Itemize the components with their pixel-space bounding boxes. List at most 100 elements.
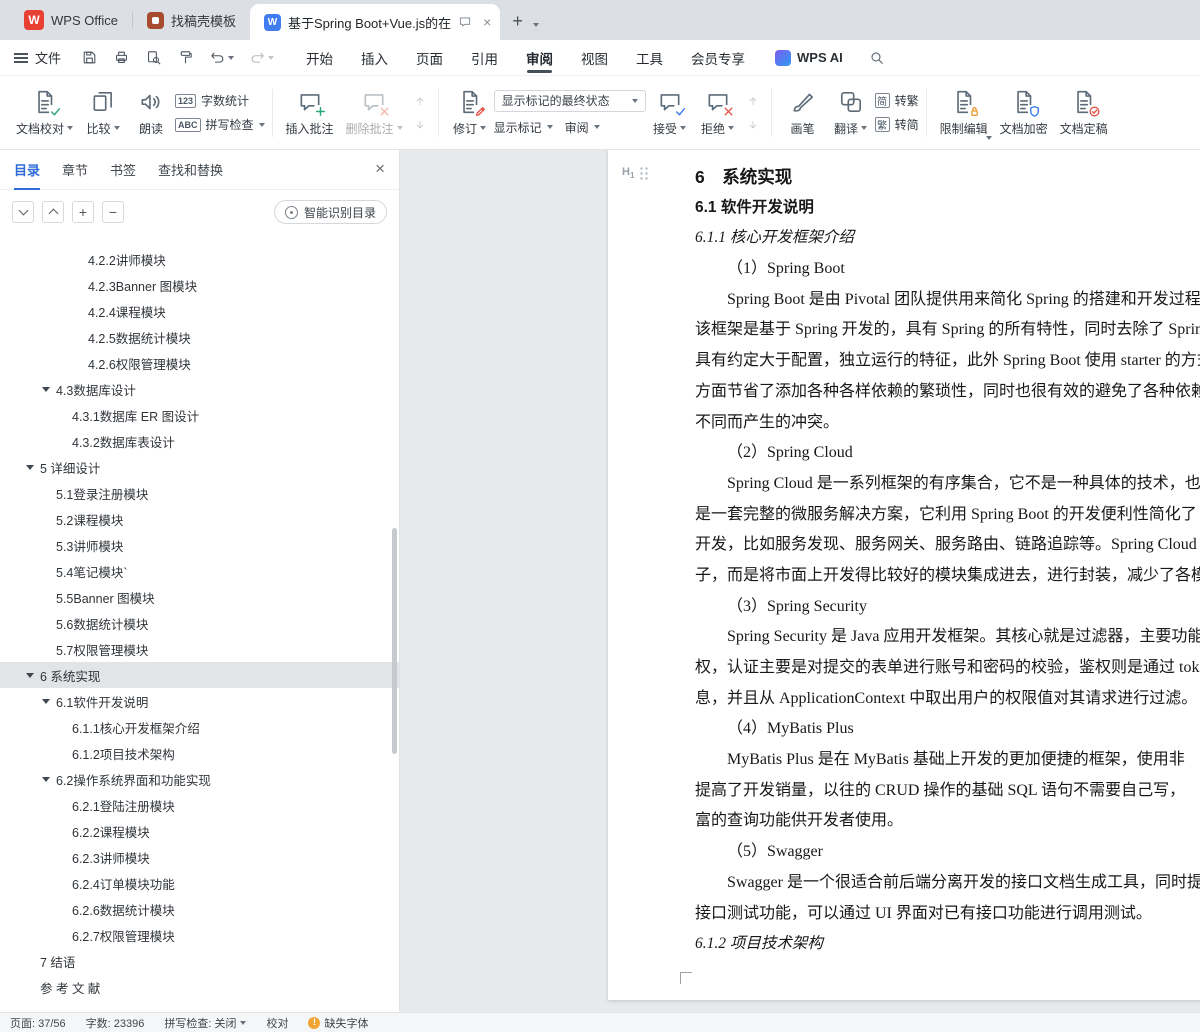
spellcheck-indicator[interactable]: 拼写检查: 关闭 [164,1015,247,1031]
toc-item[interactable]: 4.3数据库设计 [0,376,399,402]
ribbon-tab[interactable]: 工具 [636,40,663,76]
toc-expand-arrow-icon[interactable] [42,698,56,704]
save-button[interactable] [81,49,98,66]
toc-item[interactable]: 6.1.1核心开发框架介绍 [0,714,399,740]
restrict-editing-button[interactable]: 限制编辑 [934,82,994,144]
toc-item[interactable]: 6.2.3讲师模块 [0,844,399,870]
toc-item[interactable]: 5.1登录注册模块 [0,480,399,506]
print-preview-button[interactable] [145,49,162,66]
simplified-to-traditional-button[interactable]: 简 转繁 [874,92,919,109]
doc-chat-icon[interactable] [458,15,472,29]
toc-item[interactable]: 5.2课程模块 [0,506,399,532]
toc-item[interactable]: 6.1软件开发说明 [0,688,399,714]
translate-button[interactable]: 翻译 [827,82,875,144]
undo-chevron-icon[interactable] [228,55,235,60]
toc-item[interactable]: 6.1.2项目技术架构 [0,740,399,766]
ribbon-tab[interactable]: 插入 [361,40,388,76]
tab-close-icon[interactable]: × [483,14,491,30]
toc-expand-arrow-icon[interactable] [42,776,56,782]
nav-pane-tab[interactable]: 目录 [14,150,41,190]
ribbon-tab[interactable]: 视图 [581,40,608,76]
markup-state-dropdown[interactable]: 显示标记的最终状态 [493,89,646,112]
word-count-indicator[interactable]: 字数: 23396 [86,1015,145,1031]
toc-item[interactable]: 4.3.1数据库 ER 图设计 [0,402,399,428]
nav-pane-tab[interactable]: 查找和替换 [158,150,223,190]
ribbon-tab[interactable]: 页面 [416,40,443,76]
toc-item[interactable]: 4.2.2讲师模块 [0,246,399,272]
tab-wps-home[interactable]: W WPS Office [10,0,132,40]
show-markup-button[interactable]: 显示标记 [494,119,553,136]
ribbon-tab[interactable]: 引用 [471,40,498,76]
toc-item[interactable]: 5.6数据统计模块 [0,610,399,636]
nav-pane-tab[interactable]: 书签 [110,150,136,190]
toc-item[interactable]: 6.2.4订单模块功能 [0,870,399,896]
missing-font-warning[interactable]: ! 缺失字体 [308,1015,368,1031]
toc-expand-arrow-icon[interactable] [26,672,40,678]
collapse-all-button[interactable] [42,201,64,223]
next-comment-button[interactable] [411,117,429,132]
spell-check-button[interactable]: ABC 拼写检查 [175,116,265,133]
format-painter-button[interactable] [177,49,194,66]
tab-template-doc[interactable]: 找稿壳模板 [133,0,250,40]
compare-button[interactable]: 比较 [79,82,127,144]
undo-button[interactable] [209,49,235,66]
document-proofread-button[interactable]: 文档校对 [10,82,79,144]
redo-chevron-icon[interactable] [268,55,275,60]
finalize-document-button[interactable]: 文档定稿 [1054,82,1114,144]
toc-item[interactable]: 5 详细设计 [0,454,399,480]
accept-change-button[interactable]: 接受 [646,82,694,144]
toc-expand-arrow-icon[interactable] [42,386,56,392]
zoom-in-outline-button[interactable]: + [72,201,94,223]
document-page[interactable]: H1 6 系统实现 6.1 软件开发说明 6.1.1 核心开发框架介绍 （1）Spri… [608,150,1200,1000]
read-aloud-button[interactable]: 朗读 [127,82,175,144]
review-pane-button[interactable]: 审阅 [565,119,600,136]
close-pane-icon[interactable]: × [375,159,385,179]
ribbon-tab[interactable]: 审阅 [526,40,553,76]
new-tab-button[interactable]: + [512,11,523,32]
redo-button[interactable] [249,49,275,66]
ribbon-tab[interactable]: 开始 [306,40,333,76]
toc-scrollbar-thumb[interactable] [392,528,397,754]
toc-item[interactable]: 4.2.5数据统计模块 [0,324,399,350]
previous-revision-button[interactable] [744,93,762,108]
toc-item[interactable]: 5.3讲师模块 [0,532,399,558]
ribbon-tab[interactable]: 会员专享 [691,40,745,76]
reject-change-button[interactable]: 拒绝 [694,82,742,144]
toc-item[interactable]: 6.2.6数据统计模块 [0,896,399,922]
toc-item[interactable]: 6.2.1登陆注册模块 [0,792,399,818]
word-count-button[interactable]: 123 字数统计 [175,92,265,109]
next-revision-button[interactable] [744,117,762,132]
nav-pane-tab[interactable]: 章节 [62,150,88,190]
toc-item[interactable]: 5.7权限管理模块 [0,636,399,662]
proofread-status[interactable]: 校对 [266,1015,288,1031]
page-indicator[interactable]: 页面: 37/56 [10,1015,66,1031]
expand-all-button[interactable] [12,201,34,223]
previous-comment-button[interactable] [411,93,429,108]
smart-toc-button[interactable]: 智能识别目录 [273,200,387,224]
ribbon-collapse-chevron-icon[interactable] [986,136,992,140]
ink-brush-button[interactable]: 画笔 [779,82,827,144]
toc-item[interactable]: 4.2.3Banner 图模块 [0,272,399,298]
toc-item[interactable]: 7 结语 [0,948,399,974]
traditional-to-simplified-button[interactable]: 繁 转简 [874,116,919,133]
toc-item[interactable]: 6 系统实现 [0,662,399,688]
toc-item[interactable]: 参 考 文 献 [0,974,399,1000]
insert-comment-button[interactable]: 插入批注 [280,82,340,144]
delete-comment-button[interactable]: 删除批注 [340,82,409,144]
toc-item[interactable]: 6.2.2课程模块 [0,818,399,844]
track-changes-button[interactable]: 修订 [446,82,494,144]
file-menu-button[interactable]: 文件 [14,48,61,67]
toc-item[interactable]: 4.2.6权限管理模块 [0,350,399,376]
toc-item[interactable]: 5.5Banner 图模块 [0,584,399,610]
wps-ai-button[interactable]: WPS AI [775,49,843,66]
toc-item[interactable]: 6.2.7权限管理模块 [0,922,399,948]
search-icon[interactable] [869,50,885,66]
encrypt-document-button[interactable]: 文档加密 [994,82,1054,144]
print-button[interactable] [113,49,130,66]
toc-item[interactable]: 6.2操作系统界面和功能实现 [0,766,399,792]
toc-item[interactable]: 4.2.4课程模块 [0,298,399,324]
toc-item[interactable]: 4.3.2数据库表设计 [0,428,399,454]
tab-list-chevron-icon[interactable] [532,23,539,27]
tab-active-document[interactable]: W 基于Spring Boot+Vue.js的在 × [249,4,501,40]
toc-expand-arrow-icon[interactable] [26,464,40,470]
